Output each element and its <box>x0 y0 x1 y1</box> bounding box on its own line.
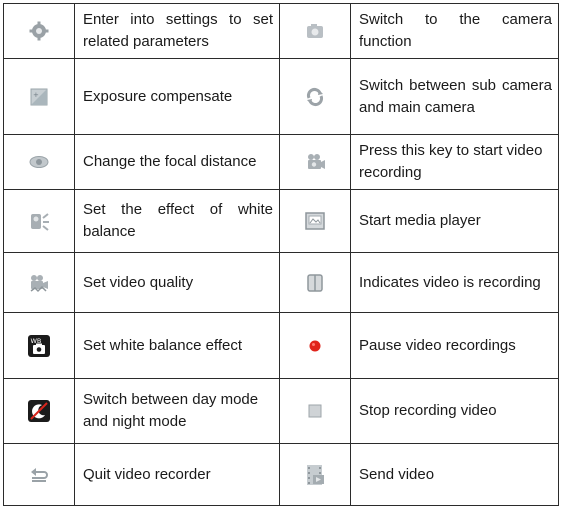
settings-gear-icon <box>28 20 50 42</box>
camera-icon <box>304 20 326 42</box>
row-4-left-text: Set the effect of white balance <box>74 189 280 253</box>
send-video-icon <box>304 464 326 486</box>
table-row: Enter into settings to set related param… <box>3 3 559 59</box>
svg-text:+: + <box>33 91 39 99</box>
row-3-right-text: Press this key to start video recording <box>350 134 559 190</box>
video-camera-icon <box>304 151 326 173</box>
exposure-compensate-icon: + <box>28 86 50 108</box>
row-1-right-text: Switch to the camera function <box>350 3 559 59</box>
table-row: Change the focal distance Press this key… <box>3 134 559 190</box>
focus-eye-icon <box>28 151 50 173</box>
table-row: + Exposure compensate Switch between sub… <box>3 58 559 135</box>
row-2-right-text: Switch between sub camera and main camer… <box>350 58 559 135</box>
row-8-right-text: Send video <box>350 443 559 506</box>
table-row: Set the effect of white balance Start me… <box>3 189 559 253</box>
table-row: WB Set white balance effect Pause video … <box>3 312 559 379</box>
row-6-right-text: Pause video recordings <box>350 312 559 379</box>
table-row: Switch between day mode and night mode S… <box>3 378 559 444</box>
recording-indicator-icon <box>304 272 326 294</box>
row-8-left-text: Quit video recorder <box>74 443 280 506</box>
row-3-left-text: Change the focal distance <box>74 134 280 190</box>
night-mode-icon <box>28 400 50 422</box>
row-6-left-text: Set white balance effect <box>74 312 280 379</box>
media-player-icon <box>304 210 326 232</box>
back-arrow-icon <box>28 464 50 486</box>
row-5-right-text: Indicates video is recording <box>350 252 559 313</box>
row-2-left-text: Exposure compensate <box>74 58 280 135</box>
row-5-left-text: Set video quality <box>74 252 280 313</box>
row-1-left-text: Enter into settings to set related param… <box>74 3 280 59</box>
video-quality-icon <box>28 272 50 294</box>
wb-camera-icon: WB <box>28 334 50 357</box>
row-4-right-text: Start media player <box>350 189 559 253</box>
row-7-left-text: Switch between day mode and night mode <box>74 378 280 444</box>
switch-camera-icon <box>304 86 326 108</box>
red-dot-icon <box>304 335 326 357</box>
table-row: Set video quality Indicates video is rec… <box>3 252 559 313</box>
icon-reference-table: Enter into settings to set related param… <box>3 3 559 506</box>
table-row: Quit video recorder Send video <box>3 443 559 506</box>
stop-square-icon <box>304 400 326 422</box>
row-7-right-text: Stop recording video <box>350 378 559 444</box>
white-balance-effect-icon <box>28 210 50 232</box>
